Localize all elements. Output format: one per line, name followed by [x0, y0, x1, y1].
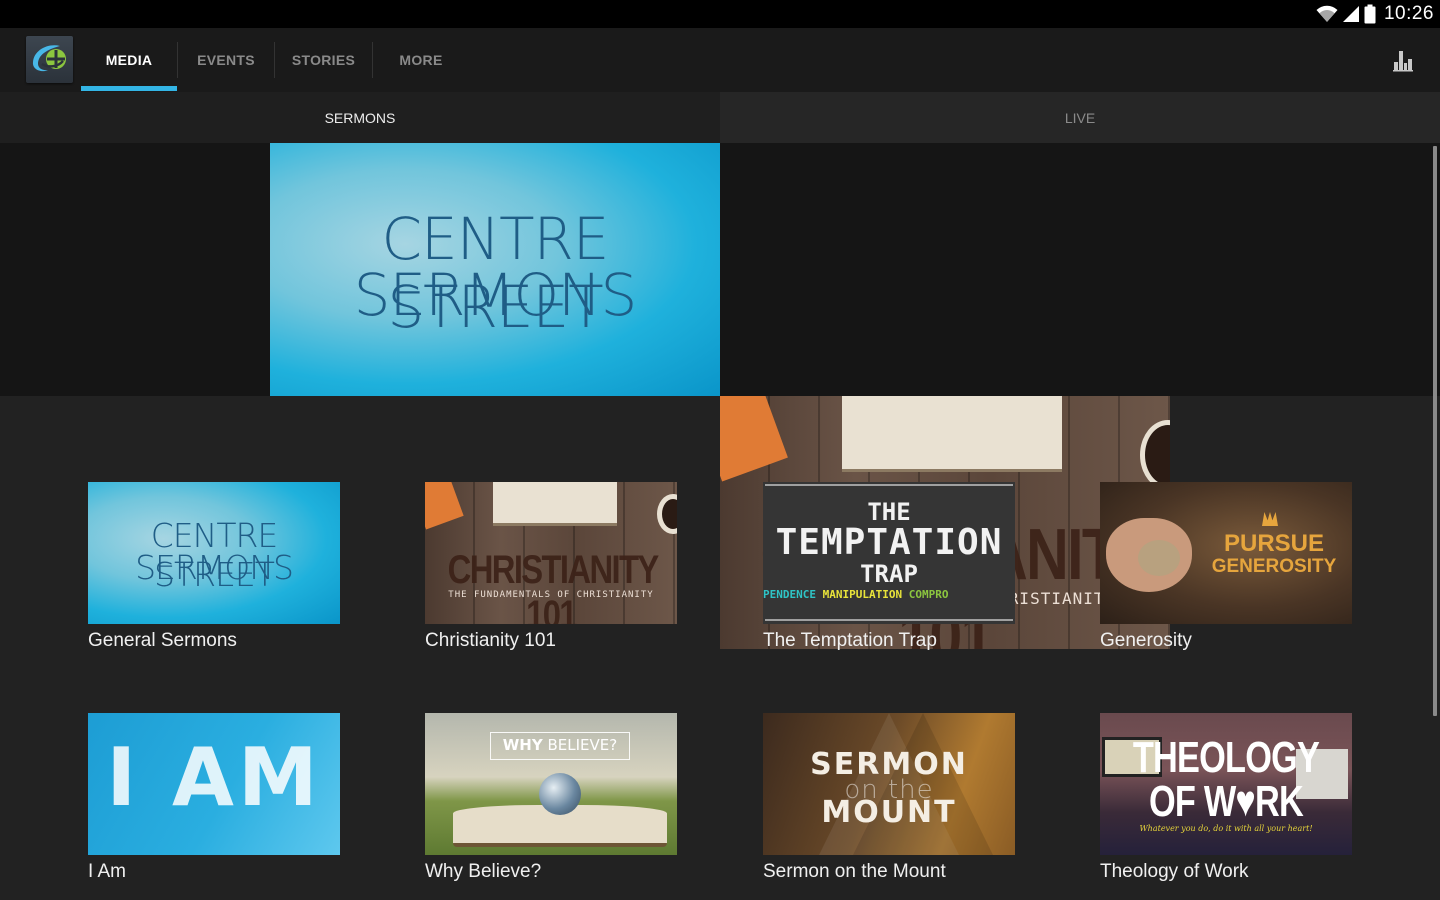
series-card-temptation-trap[interactable]: THE TEMPTATION TRAP PENDENCE MANIPULATIO… — [763, 482, 1015, 652]
banner-centre-street-sermons[interactable]: CENTRE STREET SERMONS — [270, 143, 720, 396]
series-title: General Sermons — [88, 630, 237, 651]
series-card-christianity-101[interactable]: CHRISTIANITY 101 THE FUNDAMENTALS OF CHR… — [425, 482, 677, 652]
series-card-why-believe[interactable]: WHY BELIEVE? Why Believe? — [425, 713, 677, 883]
series-card-i-am[interactable]: I AM I Am — [88, 713, 340, 883]
series-thumbnail: THE TEMPTATION TRAP PENDENCE MANIPULATIO… — [763, 482, 1015, 624]
action-bar: MEDIA EVENTS STORIES MORE — [0, 28, 1440, 92]
tab-sermons[interactable]: SERMONS — [0, 92, 720, 143]
series-title: The Temptation Trap — [763, 630, 937, 651]
stats-button[interactable] — [1392, 48, 1414, 72]
series-grid: CENTRE STREET SERMONS General Sermons CH… — [0, 396, 1440, 900]
wifi-icon — [1316, 5, 1338, 23]
series-title: Sermon on the Mount — [763, 861, 946, 882]
series-title: Generosity — [1100, 630, 1192, 651]
series-card-sermon-on-the-mount[interactable]: SERMON on the MOUNT Sermon on the Mount — [763, 713, 1015, 883]
series-thumbnail: CENTRE STREET SERMONS — [88, 482, 340, 624]
tab-stories[interactable]: STORIES — [275, 28, 372, 92]
banner-art-line2: SERMONS — [353, 261, 638, 329]
series-title: Theology of Work — [1100, 861, 1249, 882]
main-tabs: MEDIA EVENTS STORIES MORE — [81, 28, 469, 92]
tab-live[interactable]: LIVE — [720, 92, 1440, 143]
series-title: Why Believe? — [425, 861, 542, 882]
why-believe-box: WHY BELIEVE? — [490, 732, 630, 760]
series-thumbnail: CHRISTIANITY 101 THE FUNDAMENTALS OF CHR… — [425, 482, 677, 624]
tab-media[interactable]: MEDIA — [81, 28, 177, 92]
series-thumbnail: WHY BELIEVE? — [425, 713, 677, 855]
battery-icon — [1364, 4, 1376, 24]
status-time: 10:26 — [1383, 3, 1434, 24]
globe-art — [539, 773, 581, 815]
status-bar: 10:26 — [0, 0, 1440, 28]
sub-tabs: SERMONS LIVE — [0, 92, 1440, 143]
series-thumbnail: PURSUE GENEROSITY — [1100, 482, 1352, 624]
crown-icon — [1262, 512, 1278, 526]
status-icons: 10:26 — [1316, 2, 1434, 26]
series-card-general-sermons[interactable]: CENTRE STREET SERMONS General Sermons — [88, 482, 340, 652]
temptation-words: PENDENCE MANIPULATION COMPRO — [763, 588, 949, 601]
featured-banner: CENTRE STREET SERMONS CHRISTIANITY 101 T… — [0, 143, 1440, 649]
series-thumbnail: I AM — [88, 713, 340, 855]
series-thumbnail: SERMON on the MOUNT — [763, 713, 1015, 855]
series-title: I Am — [88, 861, 127, 882]
cell-signal-icon — [1342, 5, 1360, 23]
church-logo-icon[interactable] — [26, 36, 73, 83]
tab-events[interactable]: EVENTS — [178, 28, 274, 92]
tab-more[interactable]: MORE — [373, 28, 469, 92]
series-title: Christianity 101 — [425, 630, 556, 651]
series-card-generosity[interactable]: PURSUE GENEROSITY Generosity — [1100, 482, 1352, 652]
series-card-theology-of-work[interactable]: THEOLOGY OF W♥RK Whatever you do, do it … — [1100, 713, 1352, 883]
series-thumbnail: THEOLOGY OF W♥RK Whatever you do, do it … — [1100, 713, 1352, 855]
stats-bar-chart-icon — [1393, 51, 1413, 72]
